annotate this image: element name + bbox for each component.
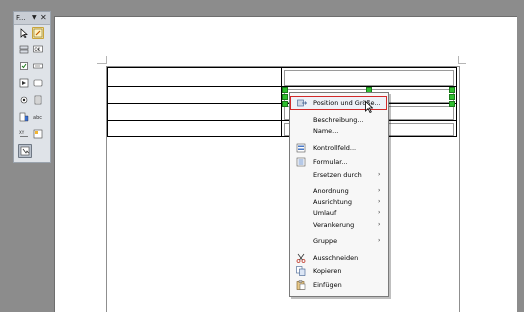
selection-handle[interactable] <box>449 94 455 100</box>
toolbar-dropdown-icon[interactable]: ▼ <box>32 12 37 24</box>
text-box-icon[interactable] <box>32 60 44 72</box>
control-field-icon <box>296 143 306 153</box>
checkbox-icon[interactable] <box>18 60 30 72</box>
menu-item-umlauf[interactable]: Umlauf › <box>290 207 388 219</box>
select-icon[interactable] <box>18 27 30 39</box>
menu-item-label: Umlauf <box>313 209 337 217</box>
combo-box-icon[interactable] <box>18 94 30 106</box>
margin-mark <box>97 63 106 64</box>
menu-item-einfuegen[interactable]: Einfügen <box>290 279 388 291</box>
menu-item-label: Gruppe <box>313 237 338 245</box>
wizards-icon[interactable]: XY <box>18 128 30 140</box>
label-field-icon[interactable] <box>32 94 44 106</box>
menu-item-label: Ausschneiden <box>313 254 359 262</box>
mouse-cursor-icon <box>365 101 373 113</box>
table-row-border <box>107 136 457 137</box>
table-row-border <box>107 67 457 68</box>
selection-handle[interactable] <box>282 101 288 107</box>
menu-item-label: Einfügen <box>313 281 342 289</box>
submenu-arrow-icon: › <box>378 221 381 228</box>
selection-handle[interactable] <box>282 94 288 100</box>
menu-item-label: Kontrollfeld... <box>313 144 357 152</box>
table-row-border <box>107 120 457 121</box>
list-box-icon[interactable] <box>18 77 30 89</box>
menu-item-gruppe[interactable]: Gruppe › <box>290 235 388 247</box>
table-column-border <box>456 67 457 137</box>
toolbar-close-icon[interactable]: ✕ <box>40 12 47 24</box>
selection-handle[interactable] <box>282 87 288 93</box>
menu-item-ersetzen-durch[interactable]: Ersetzen durch › <box>290 169 388 181</box>
menu-item-label: Ersetzen durch <box>313 171 362 179</box>
form-design-icon[interactable]: abc <box>32 111 44 123</box>
menu-item-kontrollfeld[interactable]: Kontrollfeld... <box>290 142 388 154</box>
menu-item-label: Name... <box>313 127 339 135</box>
cut-icon <box>296 253 306 263</box>
table-column-border <box>107 67 108 137</box>
submenu-arrow-icon: › <box>378 209 381 216</box>
menu-item-label: Formular... <box>313 158 348 166</box>
menu-item-verankerung[interactable]: Verankerung › <box>290 219 388 231</box>
svg-text:abc: abc <box>33 115 42 121</box>
context-menu[interactable]: Position und Größe... Beschreibung... Na… <box>289 92 389 297</box>
margin-mark <box>106 56 107 64</box>
selection-handle[interactable] <box>449 87 455 93</box>
copy-icon <box>296 266 306 276</box>
design-mode-icon[interactable] <box>32 27 44 39</box>
svg-text:XY: XY <box>19 130 25 135</box>
toolbar-title: F... <box>16 14 26 22</box>
form-icon <box>296 157 306 167</box>
margin-mark <box>458 63 466 64</box>
group-box-icon[interactable] <box>32 77 44 89</box>
form-controls-toolbar[interactable]: F... ▼ ✕ OK abc XY <box>13 11 51 163</box>
menu-item-name[interactable]: Name... <box>290 125 388 137</box>
paste-icon <box>296 280 306 290</box>
navigator-icon[interactable] <box>32 128 44 140</box>
menu-item-kopieren[interactable]: Kopieren <box>290 265 388 277</box>
push-button-icon[interactable] <box>18 43 30 55</box>
svg-text:OK: OK <box>35 47 41 52</box>
design-mode-toggle-icon[interactable] <box>18 144 32 158</box>
submenu-arrow-icon: › <box>378 237 381 244</box>
toolbar-titlebar[interactable]: F... ▼ ✕ <box>14 12 50 25</box>
more-controls-icon[interactable] <box>18 111 30 123</box>
menu-item-label: Verankerung <box>313 221 355 229</box>
menu-item-formular[interactable]: Formular... <box>290 156 388 168</box>
position-size-icon <box>297 99 307 107</box>
menu-item-label: Kopieren <box>313 267 342 275</box>
menu-item-ausschneiden[interactable]: Ausschneiden <box>290 252 388 264</box>
form-control-frame[interactable] <box>284 70 454 86</box>
selection-handle[interactable] <box>449 101 455 107</box>
option-button-icon[interactable]: OK <box>32 43 44 55</box>
submenu-arrow-icon: › <box>378 171 381 178</box>
